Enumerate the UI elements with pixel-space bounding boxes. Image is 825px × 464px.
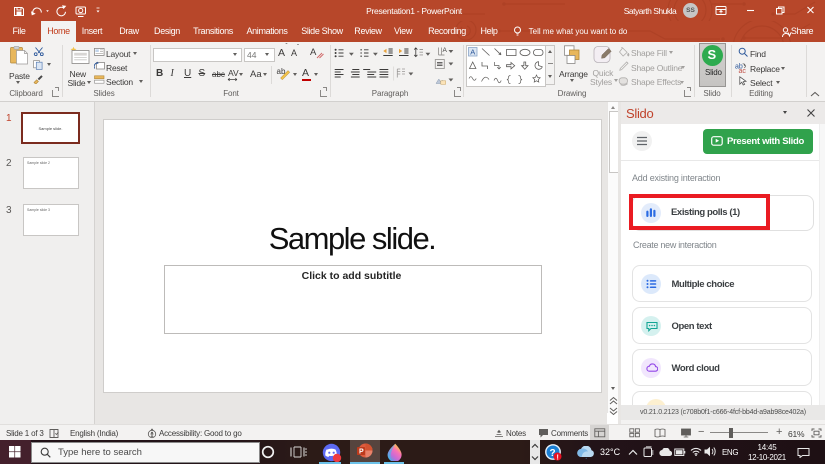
svg-text:A: A <box>470 48 475 57</box>
svg-text:P: P <box>359 449 364 456</box>
svg-text:A: A <box>443 47 448 54</box>
svg-text:ac: ac <box>739 67 747 72</box>
svg-text:!: ! <box>557 454 559 461</box>
